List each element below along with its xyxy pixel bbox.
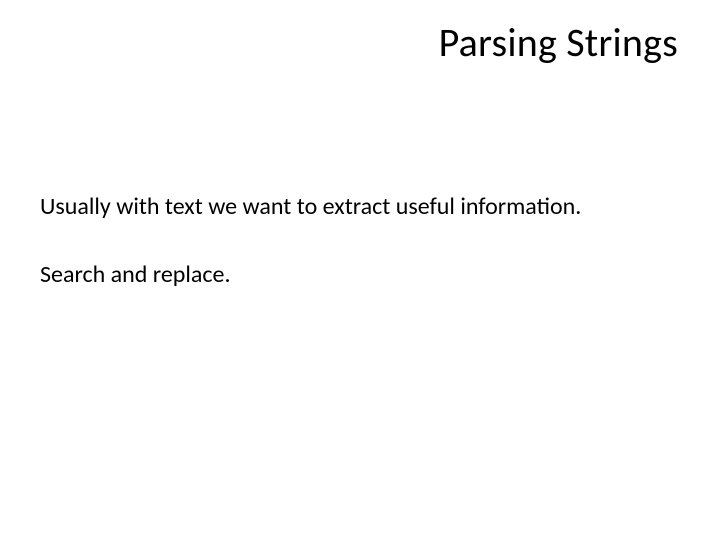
slide-title: Parsing Strings bbox=[439, 18, 678, 67]
body-paragraph: Usually with text we want to extract use… bbox=[40, 192, 680, 222]
slide-body: Usually with text we want to extract use… bbox=[40, 192, 680, 328]
body-paragraph: Search and replace. bbox=[40, 260, 680, 290]
slide: Parsing Strings Usually with text we wan… bbox=[0, 0, 720, 540]
